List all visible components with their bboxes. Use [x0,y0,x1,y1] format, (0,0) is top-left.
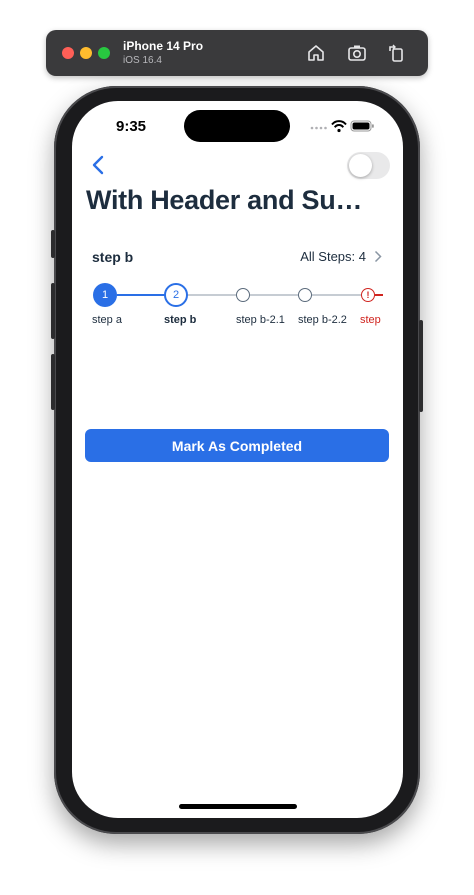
step-label: step b-2.1 [236,314,285,326]
chevron-right-icon [374,250,382,263]
page-title: With Header and Su… [86,185,363,215]
wifi-icon [331,120,347,133]
current-step-title: step b [92,249,134,265]
step-number: 2 [172,289,180,301]
zoom-window-button[interactable] [98,47,110,59]
step-connector [250,294,298,296]
step-number: 1 [101,289,109,301]
step-label: step a [92,314,122,326]
error-mark: ! [366,290,370,300]
status-time: 9:35 [116,118,147,135]
step-marker-pending[interactable] [236,288,250,302]
step-marker-active[interactable]: 2 [164,283,188,307]
step-label: step b-2.2 [298,314,347,326]
action-button [51,230,55,258]
status-icons [309,119,375,133]
step-progress-indicator: 1 2 ! step a step b step b-2.1 step b-2.… [72,283,403,333]
step-connector-completed [117,294,165,296]
toggle-knob [349,154,372,177]
simulator-stage: iPhone 14 Pro iOS 16.4 9:35 With Header … [0,0,474,895]
battery-icon [350,120,374,132]
step-marker-completed[interactable]: 1 [93,283,117,307]
home-indicator[interactable] [179,804,297,809]
minimize-window-button[interactable] [80,47,92,59]
step-marker-error-icon[interactable]: ! [361,288,375,302]
screenshot-icon[interactable] [346,42,368,64]
header-toggle[interactable] [347,152,390,179]
step-connector-error [375,294,383,296]
power-button [419,320,423,412]
step-marker-pending[interactable] [298,288,312,302]
close-window-button[interactable] [62,47,74,59]
mark-as-completed-button[interactable]: Mark As Completed [85,429,389,462]
step-label-active: step b [164,314,197,326]
all-steps-link[interactable]: All Steps: 4 [300,249,382,264]
step-connector [312,294,361,296]
home-icon[interactable] [305,42,327,64]
phone-screen: 9:35 With Header and Su… step b All Step… [72,101,403,818]
os-version: iOS 16.4 [123,55,162,66]
dynamic-island [184,110,290,142]
cellular-dots-icon [310,126,327,130]
all-steps-label: All Steps: 4 [300,249,366,264]
volume-up-button [51,283,55,339]
volume-down-button [51,354,55,410]
simulator-toolbar: iPhone 14 Pro iOS 16.4 [46,30,428,76]
chevron-left-icon[interactable] [89,153,109,177]
step-connector [187,294,236,296]
step-label-error: step [360,314,381,326]
rotate-icon[interactable] [385,42,407,64]
device-name: iPhone 14 Pro [123,39,204,53]
